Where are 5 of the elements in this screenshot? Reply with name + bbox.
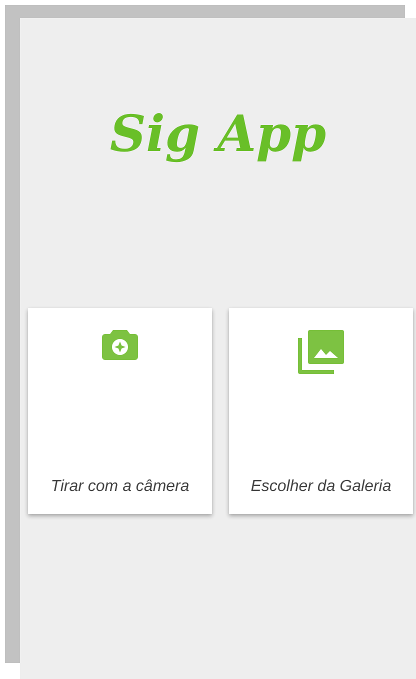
gallery-icon [298,330,344,374]
option-card[interactable]: Tirar com a câmera [28,308,212,514]
option-card[interactable]: Escolher da Galeria [229,308,413,514]
camera-icon [102,330,138,360]
app-title: Sig App [108,104,328,164]
